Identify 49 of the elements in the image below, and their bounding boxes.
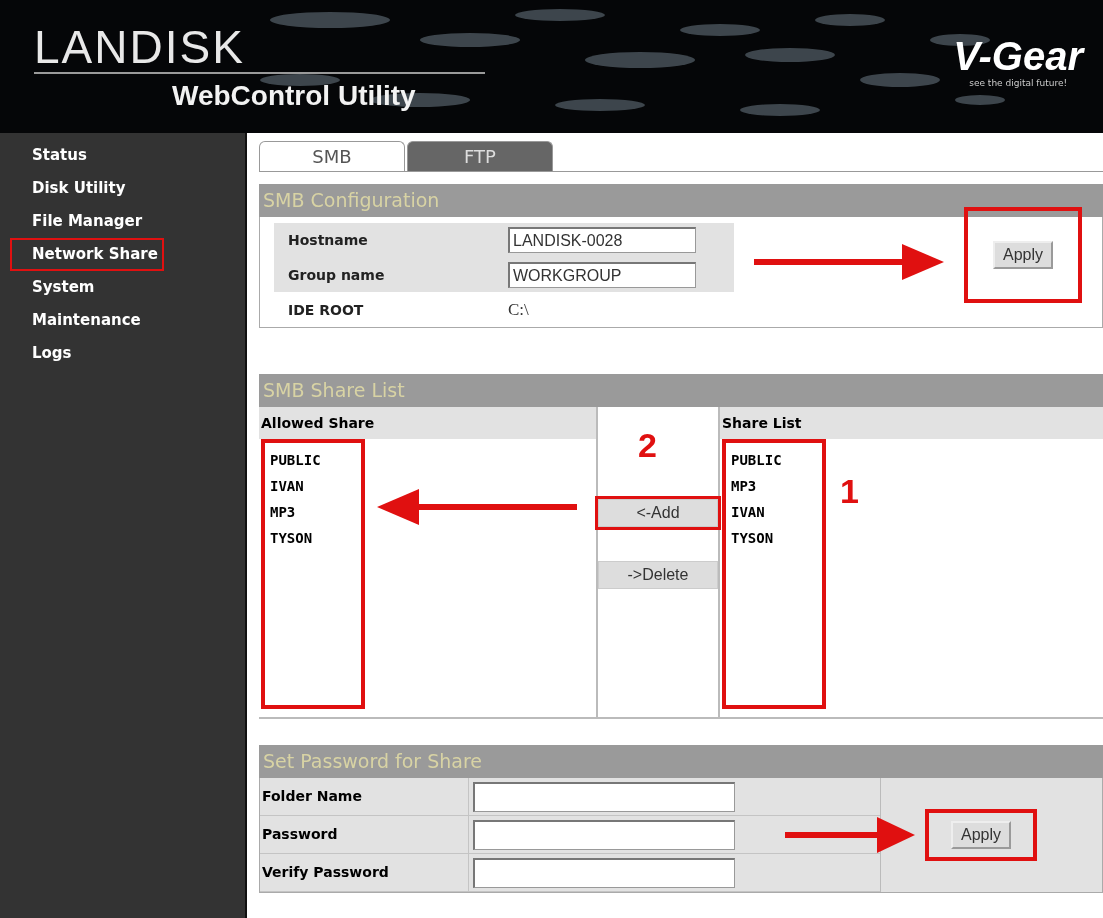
input-field[interactable]: WORKGROUP xyxy=(508,262,696,288)
column-header: Share List xyxy=(720,407,1103,439)
list-item[interactable]: TYSON xyxy=(270,525,356,551)
field-label: Group name xyxy=(288,267,386,283)
list-item[interactable]: IVAN xyxy=(731,499,817,525)
callout-number: 1 xyxy=(840,473,859,509)
field-label: Verify Password xyxy=(260,854,469,891)
arrow-icon xyxy=(785,817,915,853)
sidebar-item[interactable]: Status xyxy=(10,139,93,172)
field-label: IDE ROOT xyxy=(288,301,365,318)
section-header: SMB Configuration xyxy=(259,184,1103,217)
add-button[interactable]: <-Add xyxy=(598,499,718,527)
arrow-icon xyxy=(754,242,944,282)
tab[interactable]: FTP xyxy=(407,141,553,171)
list-box[interactable]: PUBLIC IVAN MP3 TYSON xyxy=(261,439,365,709)
apply-button[interactable]: Apply xyxy=(951,821,1011,849)
sidebar-item[interactable]: Maintenance xyxy=(10,304,147,337)
list-item[interactable]: PUBLIC xyxy=(731,447,817,473)
delete-button[interactable]: ->Delete xyxy=(598,561,718,589)
sidebar-item[interactable]: System xyxy=(10,271,101,304)
field-label: Folder Name xyxy=(260,778,469,815)
input-field[interactable] xyxy=(473,857,735,888)
list-box[interactable]: PUBLIC MP3 IVAN TYSON xyxy=(722,439,826,709)
callout-number: 2 xyxy=(638,427,657,463)
list-item[interactable]: IVAN xyxy=(270,473,356,499)
sidebar-item[interactable]: Disk Utility xyxy=(10,172,132,205)
field-value: C:\ xyxy=(508,299,529,320)
section-header: Set Password for Share xyxy=(259,745,1103,778)
sidebar-item[interactable]: Logs xyxy=(10,337,78,370)
list-item[interactable]: MP3 xyxy=(731,473,817,499)
input-field[interactable]: LANDISK-0028 xyxy=(508,227,696,254)
input-field[interactable] xyxy=(473,781,735,812)
sidebar-item[interactable]: File Manager xyxy=(10,205,149,238)
sidebar-item[interactable]: Network Share xyxy=(10,238,164,271)
tab[interactable]: SMB xyxy=(259,141,405,171)
product-subtitle: WebControl Utility xyxy=(171,79,417,112)
field-label: Password xyxy=(260,816,469,853)
list-item[interactable]: PUBLIC xyxy=(270,447,356,473)
list-item[interactable]: MP3 xyxy=(270,499,356,525)
arrow-icon xyxy=(377,487,577,527)
brand-logo: V-Gear xyxy=(953,34,1083,78)
section-header: SMB Share List xyxy=(259,374,1103,407)
input-field[interactable] xyxy=(473,819,735,850)
field-label: Hostname xyxy=(288,232,369,249)
product-logo: LANDISK xyxy=(34,22,485,74)
apply-button[interactable]: Apply xyxy=(993,241,1053,269)
brand-tagline: see the digital future! xyxy=(969,78,1068,88)
list-item[interactable]: TYSON xyxy=(731,525,817,551)
column-header: Allowed Share xyxy=(259,407,596,439)
